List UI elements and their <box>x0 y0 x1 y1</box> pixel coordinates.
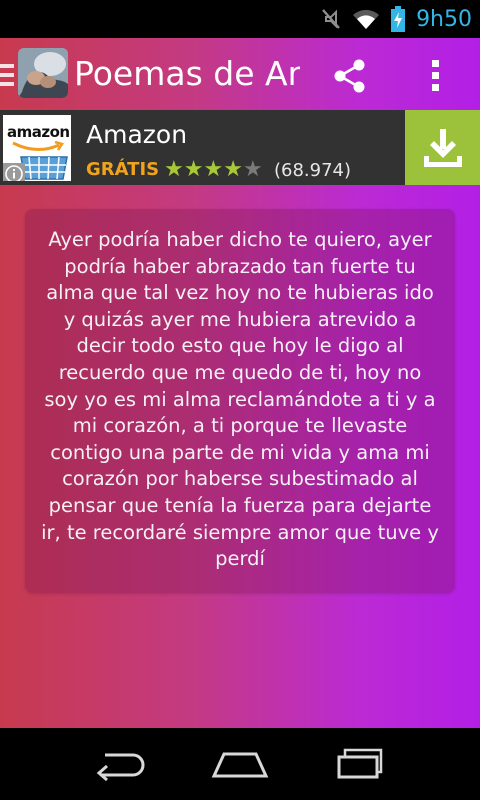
overflow-menu-button[interactable] <box>416 52 456 100</box>
star-filled-icon: ★ <box>164 157 184 182</box>
star-filled-icon: ★ <box>183 157 204 182</box>
recent-apps-icon <box>337 748 383 779</box>
star-empty-icon: ★ <box>242 157 263 182</box>
status-icons: 9h50 <box>320 0 472 38</box>
ad-download-button[interactable] <box>405 110 480 185</box>
screen: 9h50 Poemas de Ami <box>0 0 480 800</box>
drawer-indicator-icon[interactable] <box>0 64 14 86</box>
back-icon <box>96 753 145 781</box>
app-icon-image <box>18 48 68 98</box>
ad-price: GRÁTIS <box>86 159 160 180</box>
ad-banner[interactable]: amazon Amazon GRÁTIS ★ ★ ★ ★ ★ (68.974) <box>0 110 480 185</box>
app-icon[interactable] <box>18 48 68 98</box>
info-icon[interactable] <box>3 163 25 181</box>
poem-card: Ayer podría haber dicho te quiero, ayer … <box>25 209 455 593</box>
share-icon <box>334 59 365 93</box>
app-title: Poemas de Ami <box>74 54 300 93</box>
cart-icon <box>20 156 68 180</box>
navigation-bar <box>0 728 480 800</box>
ad-logo-text: amazon <box>7 123 70 141</box>
ad-app-name: Amazon <box>86 120 188 149</box>
status-time: 9h50 <box>416 6 472 32</box>
mute-icon <box>322 9 340 29</box>
recent-apps-button[interactable] <box>316 738 406 790</box>
star-filled-icon: ★ <box>203 157 224 182</box>
poem-text: Ayer podría haber dicho te quiero, ayer … <box>41 228 439 571</box>
wifi-icon <box>353 9 380 29</box>
share-button[interactable] <box>324 52 376 100</box>
ad-rating-stars: ★ ★ ★ ★ ★ <box>164 158 263 182</box>
star-filled-icon: ★ <box>223 157 243 182</box>
home-button[interactable] <box>195 738 285 790</box>
home-icon <box>211 752 269 778</box>
overflow-menu-icon <box>432 60 439 91</box>
status-bar: 9h50 <box>0 0 480 38</box>
ad-logo[interactable]: amazon <box>3 115 71 181</box>
battery-charging-icon <box>391 6 406 32</box>
amazon-smile-icon <box>12 141 64 151</box>
ad-review-count: (68.974) <box>274 160 352 181</box>
action-bar: Poemas de Ami <box>0 38 480 110</box>
download-icon <box>423 128 462 167</box>
back-button[interactable] <box>74 738 164 790</box>
